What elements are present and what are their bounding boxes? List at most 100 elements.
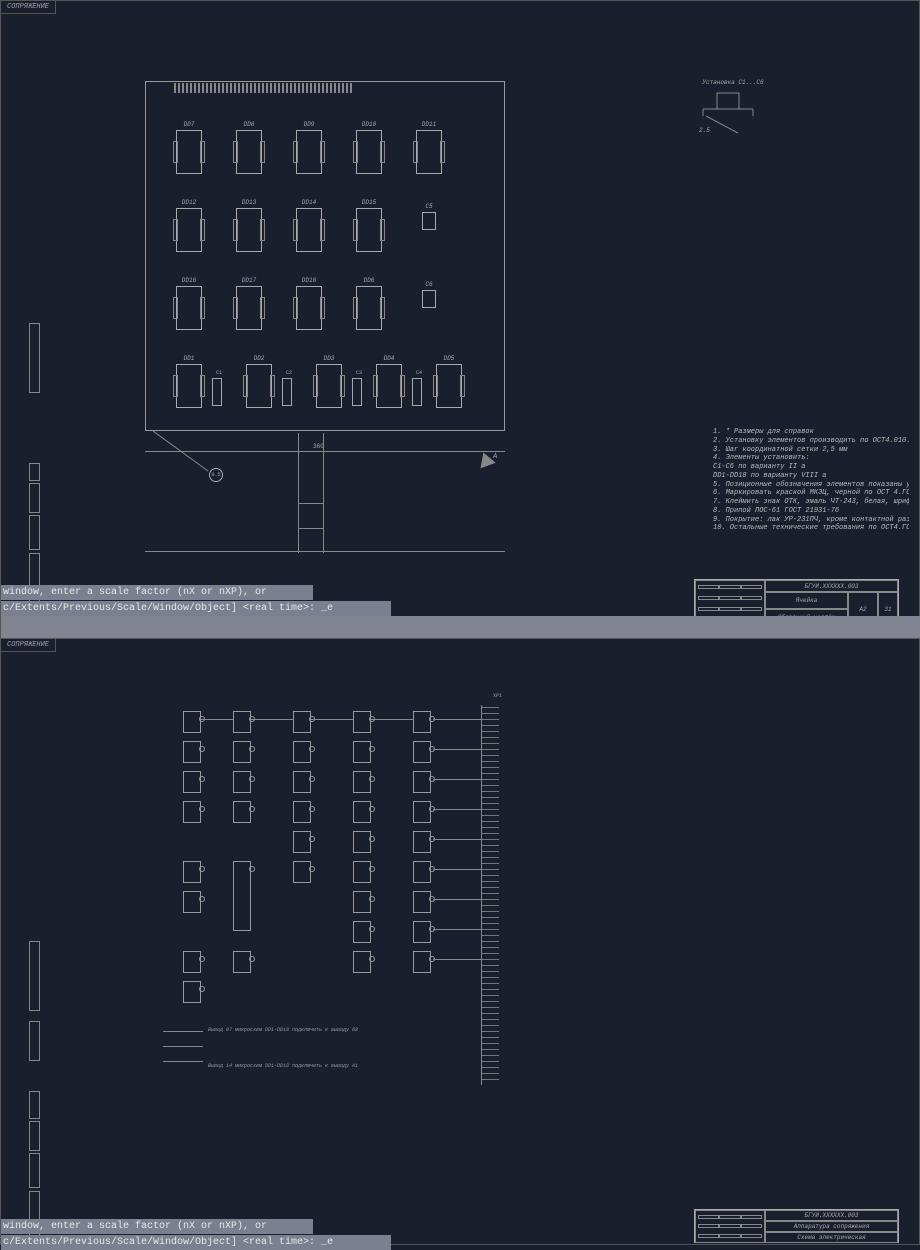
chip-label: DD4 <box>377 355 401 362</box>
note-line: 8. Припой ПОС-61 ГОСТ 21931-76 <box>713 507 909 516</box>
chip-label: DD14 <box>297 199 321 206</box>
chip-dd3: DD3 <box>316 364 342 408</box>
connector-strip <box>481 705 499 1085</box>
chip-label: DD2 <box>247 355 271 362</box>
logic-gate <box>293 831 311 853</box>
chip-dd9: DD9 <box>296 130 322 174</box>
note-line: 5. Позиционные обозначения элементов пок… <box>713 481 909 490</box>
wire <box>433 749 481 750</box>
edge-connector <box>174 83 354 93</box>
wire <box>311 719 353 720</box>
note-line: DD1-DD18 по варианту VIII а <box>713 472 909 481</box>
note-line: 3. Шаг координатной сетки 2,5 мм <box>713 446 909 455</box>
logic-gate <box>413 831 431 853</box>
logic-gate <box>353 951 371 973</box>
cap-c2: C2 <box>282 378 292 406</box>
logic-gate <box>233 861 251 931</box>
wire <box>433 719 481 720</box>
chip-dd2: DD2 <box>246 364 272 408</box>
wire <box>433 779 481 780</box>
wire <box>251 719 293 720</box>
note-line: 6. Маркировать краской МКЭЦ, черной по О… <box>713 489 909 498</box>
logic-gate <box>413 891 431 913</box>
drawing-view-2[interactable]: СОПРЯЖЕНИЕ XP1 <box>0 638 920 1245</box>
border-cell <box>29 1091 40 1119</box>
logic-gate <box>183 861 201 883</box>
logic-gate <box>413 771 431 793</box>
chip-label: DD16 <box>177 277 201 284</box>
logic-gate <box>353 771 371 793</box>
drawing-number-2: БГУИ.XXXXXX.003 <box>765 1210 898 1221</box>
note-line: 9. Покрытие: лак УР-231ПЧ, кроме контакт… <box>713 516 909 525</box>
logic-gate <box>183 981 201 1003</box>
status-bar[interactable] <box>1 616 920 638</box>
chip-dd1: DD1 <box>176 364 202 408</box>
logic-gate <box>293 711 311 733</box>
drawing-canvas-2[interactable]: XP1 <box>23 641 909 1244</box>
command-line-2[interactable]: c/Extents/Previous/Scale/Window/Object] … <box>1 601 391 616</box>
detail-title: Установка C1...C6 <box>693 79 773 86</box>
wire <box>433 839 481 840</box>
balloon: 0.5 <box>209 468 223 482</box>
chip-dd18: DD18 <box>296 286 322 330</box>
logic-gate <box>293 861 311 883</box>
chip-dd17: DD17 <box>236 286 262 330</box>
border-cell <box>29 323 40 393</box>
cap-label: C4 <box>411 370 427 376</box>
drawing-canvas-1[interactable]: DD7 DD8 DD9 DD10 DD11 DD12 DD13 DD14 DD1… <box>23 3 909 637</box>
logic-gate <box>233 711 251 733</box>
chip-label: DD5 <box>437 355 461 362</box>
logic-gate <box>353 891 371 913</box>
logic-gate <box>353 861 371 883</box>
chip-dd15: DD15 <box>356 208 382 252</box>
chip-label: DD9 <box>297 121 321 128</box>
chip-label: DD7 <box>177 121 201 128</box>
chip-label: DD15 <box>357 199 381 206</box>
border-cell <box>29 515 40 550</box>
chip-dd5: DD5 <box>436 364 462 408</box>
border-cell <box>29 1121 40 1151</box>
chip-dd6: DD6 <box>356 286 382 330</box>
dim-line <box>145 551 505 552</box>
wire <box>163 1046 203 1047</box>
chip-label: DD10 <box>357 121 381 128</box>
wire <box>201 719 233 720</box>
note-line: 4. Элементы установить: <box>713 454 909 463</box>
chip-label: DD12 <box>177 199 201 206</box>
cap-c5: C5 <box>422 212 436 230</box>
connector-label: XP1 <box>493 693 502 699</box>
chip-dd16: DD16 <box>176 286 202 330</box>
side-view <box>298 503 324 529</box>
cap-c1: C1 <box>212 378 222 406</box>
command-line-2b[interactable]: c/Extents/Previous/Scale/Window/Object] … <box>1 1235 391 1250</box>
projection-line <box>323 433 324 553</box>
chip-label: C5 <box>423 203 435 210</box>
logic-gate <box>183 801 201 823</box>
note-line: 7. Клеймить знак ОТК, эмаль ЧТ-243, бела… <box>713 498 909 507</box>
chip-dd13: DD13 <box>236 208 262 252</box>
technical-notes: 1. * Размеры для справок 2. Установку эл… <box>713 428 909 533</box>
logic-gate <box>233 801 251 823</box>
logic-gate <box>413 861 431 883</box>
logic-gate <box>183 741 201 763</box>
logic-gate <box>233 951 251 973</box>
chip-dd11: DD11 <box>416 130 442 174</box>
command-line-1b[interactable]: window, enter a scale factor (nX or nXP)… <box>1 1219 313 1234</box>
command-line-1[interactable]: window, enter a scale factor (nX or nXP)… <box>1 585 313 600</box>
logic-gate <box>413 921 431 943</box>
wire <box>163 1031 203 1032</box>
wire <box>433 899 481 900</box>
cap-label: C1 <box>211 370 227 376</box>
drawing-title-2b: Схема электрическая <box>765 1232 898 1243</box>
logic-gate <box>293 801 311 823</box>
note-line: 10. Остальные технические требования по … <box>713 524 909 533</box>
detail-view: Установка C1...C6 2.5 <box>693 79 773 141</box>
drawing-view-1[interactable]: СОПРЯЖЕНИЕ DD7 DD8 DD9 DD10 DD11 DD12 DD… <box>0 0 920 638</box>
logic-gate <box>233 741 251 763</box>
cap-c4: C4 <box>412 378 422 406</box>
logic-gate <box>413 801 431 823</box>
border-cell <box>29 483 40 513</box>
cap-label: C2 <box>281 370 297 376</box>
chip-label: DD6 <box>357 277 381 284</box>
cap-c3: C3 <box>352 378 362 406</box>
